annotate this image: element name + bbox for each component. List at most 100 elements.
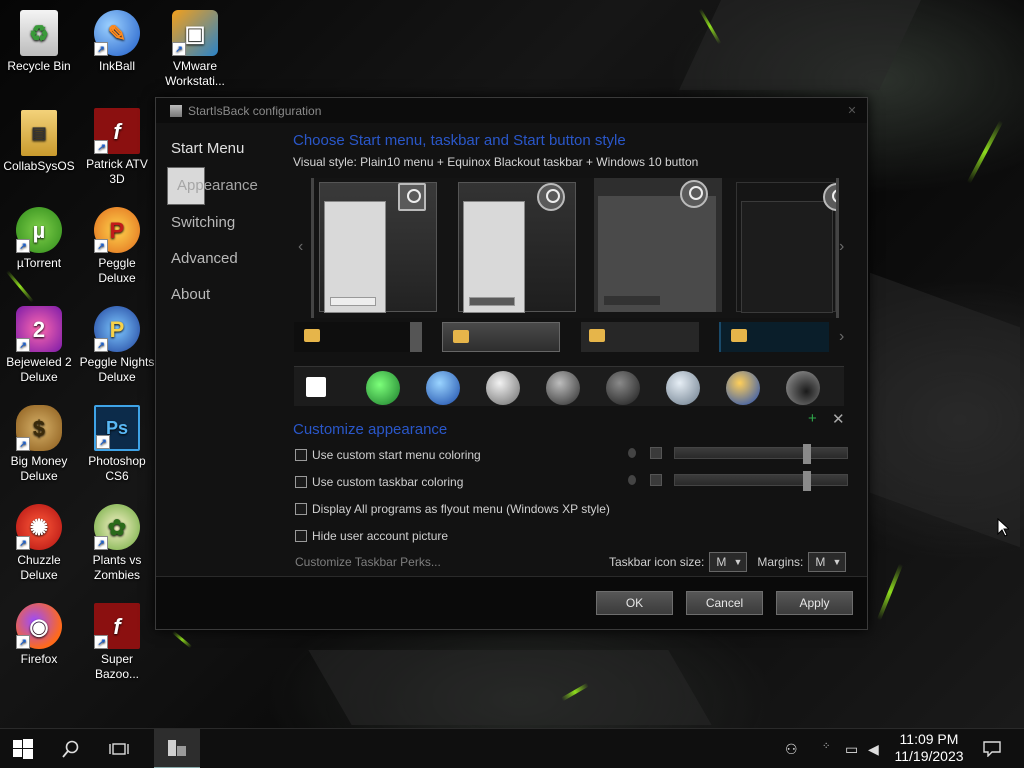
nav-appearance[interactable]: Appearance <box>167 167 258 205</box>
show-hidden-icons-icon[interactable]: ⁘ <box>822 741 830 752</box>
desktop-icon-super-bazooka[interactable]: f ↗ Super Bazoo... <box>78 603 156 682</box>
black-glass-orb-icon[interactable] <box>786 371 820 405</box>
search-icon <box>62 740 79 758</box>
close-icon[interactable]: ✕ <box>837 104 867 117</box>
nav-switching[interactable]: Switching <box>162 205 286 241</box>
taskbar-style-option[interactable] <box>294 322 422 352</box>
checkbox[interactable] <box>295 530 307 542</box>
desktop-icon-inkball[interactable]: ✎ ↗ InkBall <box>78 10 156 74</box>
chevron-right-icon[interactable]: › <box>839 238 844 256</box>
desktop-icon-peggle-nights[interactable]: P ↗ Peggle Nights Deluxe <box>78 306 156 385</box>
color-swatch[interactable] <box>650 447 662 459</box>
cancel-button[interactable]: Cancel <box>686 591 763 615</box>
add-style-icon[interactable]: + <box>808 410 817 427</box>
black-orb-icon[interactable] <box>606 371 640 405</box>
glass-orb-icon[interactable] <box>666 371 700 405</box>
user-avatar-icon <box>680 180 708 208</box>
inkball-icon: ✎ ↗ <box>94 10 140 56</box>
desktop-icon-vmware[interactable]: ▣ ↗ VMware Workstati... <box>156 10 234 89</box>
customize-taskbar-perks-link[interactable]: Customize Taskbar Perks... <box>295 555 441 569</box>
taskbar-style-option[interactable] <box>581 322 699 352</box>
ok-button[interactable]: OK <box>596 591 673 615</box>
system-clock[interactable]: 11:09 PM 11/19/2023 <box>886 731 972 765</box>
checkbox[interactable] <box>295 503 307 515</box>
option-flyout-all-programs[interactable]: Display All programs as flyout menu (Win… <box>295 502 610 516</box>
menu-style-option-selected[interactable] <box>594 178 722 312</box>
user-avatar-icon <box>398 183 426 211</box>
menu-style-option[interactable] <box>736 182 836 313</box>
taskbar-color-controls <box>628 471 848 491</box>
chevron-right-icon[interactable]: › <box>839 328 844 346</box>
taskbar-app-startisback[interactable] <box>154 729 200 768</box>
people-icon[interactable]: ⚇ <box>785 741 798 758</box>
menu-style-option[interactable] <box>319 182 437 313</box>
nav-start-menu[interactable]: Start Menu <box>162 131 286 167</box>
taskbar-style-option[interactable] <box>442 322 560 352</box>
flash-icon: f ↗ <box>94 603 140 649</box>
startisback-config-window: StartIsBack configuration ✕ Start Menu A… <box>155 97 868 630</box>
taskbar-opacity-slider[interactable] <box>674 471 848 491</box>
checkbox[interactable] <box>295 449 307 461</box>
slider-thumb[interactable] <box>803 471 811 491</box>
nav-advanced[interactable]: Advanced <box>162 241 286 277</box>
vista-orb-icon[interactable] <box>726 371 760 405</box>
task-view-button[interactable] <box>96 729 142 768</box>
checkbox[interactable] <box>295 476 307 488</box>
size-controls: Taskbar icon size: M ▼ Margins: M ▼ <box>609 552 847 572</box>
nav-about[interactable]: About <box>162 277 286 313</box>
startisback-app-icon <box>168 740 186 756</box>
user-avatar-icon <box>537 183 565 211</box>
desktop-icon-collabsysos[interactable]: ▤ CollabSysOS <box>0 110 78 174</box>
desktop-icon-peggle-deluxe[interactable]: P ↗ Peggle Deluxe <box>78 207 156 286</box>
action-center-button[interactable] <box>972 729 1012 768</box>
chevron-down-icon: ▼ <box>733 557 743 567</box>
chevron-down-icon: ▼ <box>832 557 842 567</box>
menu-style-option[interactable] <box>458 182 576 313</box>
slider-thumb[interactable] <box>803 444 811 464</box>
taskbar-icon-size-select[interactable]: M ▼ <box>709 552 748 572</box>
bejeweled-icon: 2 ↗ <box>16 306 62 352</box>
desktop-icon-chuzzle[interactable]: ✺ ↗ Chuzzle Deluxe <box>0 504 78 583</box>
silver-orb-icon[interactable] <box>486 371 520 405</box>
option-hide-account-picture[interactable]: Hide user account picture <box>295 529 448 543</box>
start-menu-opacity-slider[interactable] <box>674 444 848 464</box>
option-custom-taskbar-coloring[interactable]: Use custom taskbar coloring <box>295 475 463 489</box>
desktop-icon-recycle-bin[interactable]: ♻ Recycle Bin <box>0 10 78 74</box>
desktop-icon-photoshop[interactable]: Ps ↗ Photoshop CS6 <box>78 405 156 484</box>
start-button-style-picker <box>294 366 844 406</box>
option-custom-start-menu-coloring[interactable]: Use custom start menu coloring <box>295 448 481 462</box>
window-titlebar[interactable]: StartIsBack configuration ✕ <box>156 98 867 123</box>
start-button[interactable] <box>0 729 46 768</box>
shortcut-arrow-icon: ↗ <box>94 338 108 352</box>
taskbar-style-option[interactable] <box>719 322 829 352</box>
remove-style-icon[interactable]: ✕ <box>832 410 845 428</box>
apply-button[interactable]: Apply <box>776 591 853 615</box>
desktop-icon-big-money[interactable]: $ ↗ Big Money Deluxe <box>0 405 78 484</box>
folder-icon <box>589 329 605 342</box>
visual-style-label: Visual style: Plain10 menu + Equinox Bla… <box>293 155 699 169</box>
desktop-icon-patrick-atv[interactable]: f ↗ Patrick ATV 3D <box>78 108 156 187</box>
task-view-icon <box>109 743 129 755</box>
dark-orb-icon[interactable] <box>546 371 580 405</box>
clover-button-icon[interactable] <box>366 371 400 405</box>
windows-7-orb-icon[interactable] <box>426 371 460 405</box>
settings-nav: Start Menu Appearance Switching Advanced… <box>162 131 286 313</box>
margins-select[interactable]: M ▼ <box>808 552 847 572</box>
clock-time: 11:09 PM <box>899 731 959 747</box>
chevron-left-icon[interactable]: ‹ <box>298 238 303 256</box>
windows-taskbar: ⚇ ⁘ ▭ ◀ 11:09 PM 11/19/2023 <box>0 728 1024 768</box>
desktop-icon-utorrent[interactable]: µ ↗ µTorrent <box>0 207 78 271</box>
plants-vs-zombies-icon: ✿ ↗ <box>94 504 140 550</box>
network-icon[interactable]: ▭ <box>845 741 858 758</box>
search-button[interactable] <box>48 729 94 768</box>
desktop-icon-bejeweled[interactable]: 2 ↗ Bejeweled 2 Deluxe <box>0 306 78 385</box>
volume-muted-icon[interactable]: ◀ <box>868 741 879 758</box>
window-title: StartIsBack configuration <box>188 103 322 118</box>
windows-10-button-icon[interactable] <box>306 377 326 397</box>
start-menu-style-picker <box>311 178 839 318</box>
desktop-icon-plants-vs-zombies[interactable]: ✿ ↗ Plants vs Zombies <box>78 504 156 583</box>
margins-label: Margins: <box>757 555 804 569</box>
desktop-icon-firefox[interactable]: ◉ ↗ Firefox <box>0 603 78 667</box>
shortcut-arrow-icon: ↗ <box>96 435 110 449</box>
color-swatch[interactable] <box>650 474 662 486</box>
